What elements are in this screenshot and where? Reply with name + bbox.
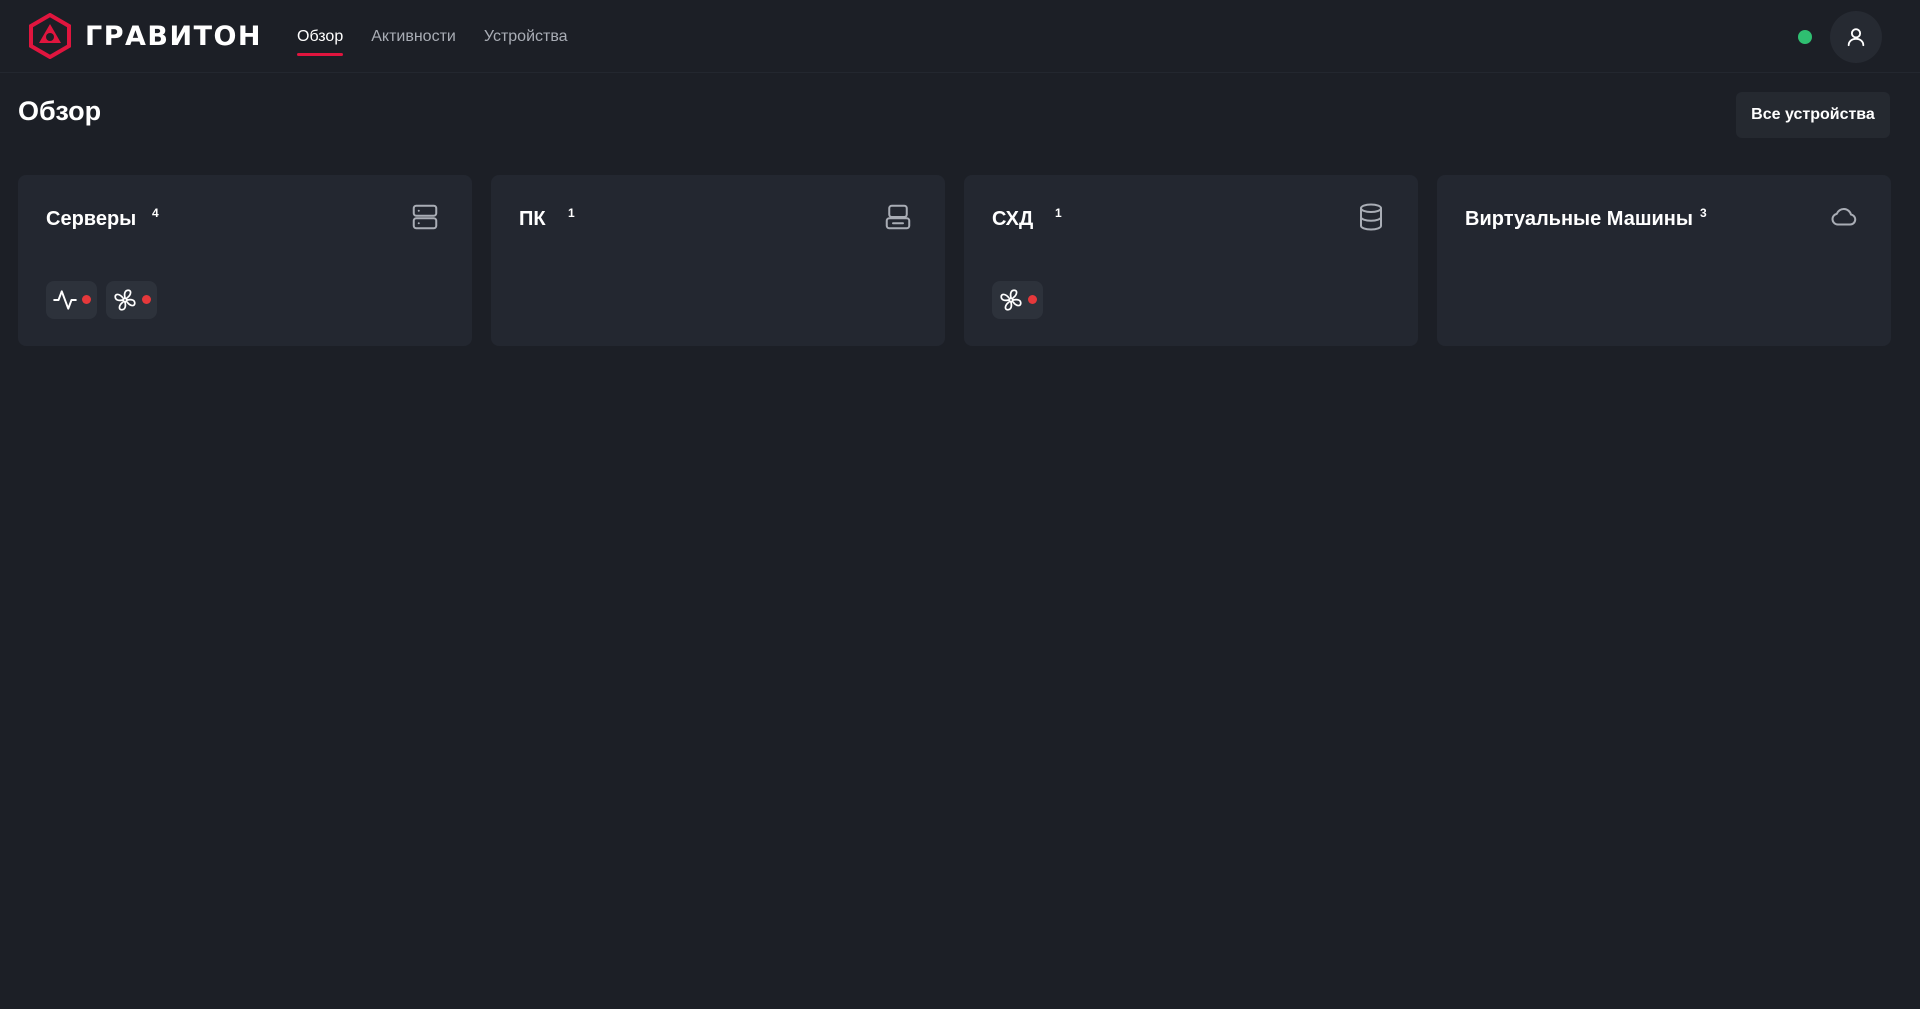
- fan-icon: [1000, 289, 1022, 311]
- alert-dot: [82, 295, 91, 304]
- nav-item-devices[interactable]: Устройства: [484, 24, 568, 50]
- user-avatar-button[interactable]: [1830, 11, 1882, 63]
- fan-alert-badge[interactable]: [992, 281, 1043, 319]
- all-devices-button[interactable]: Все устройства: [1736, 92, 1890, 138]
- device-category-cards: Серверы 4 ПК 1 СХД 1 Виртуальные Машины …: [18, 175, 1891, 346]
- card-count-badge: 4: [152, 206, 159, 220]
- desktop-icon: [885, 204, 911, 230]
- card-storage[interactable]: СХД 1: [964, 175, 1418, 346]
- alert-dot: [1028, 295, 1037, 304]
- card-title: СХД: [992, 208, 1034, 230]
- activity-icon: [53, 290, 77, 310]
- alert-badges: [46, 281, 166, 319]
- card-servers[interactable]: Серверы 4: [18, 175, 472, 346]
- fan-icon: [114, 289, 136, 311]
- connection-status-indicator: [1798, 30, 1812, 44]
- brand-logo[interactable]: ГРАВИТОН: [27, 13, 262, 59]
- top-bar: ГРАВИТОН Обзор Активности Устройства: [0, 0, 1920, 73]
- brand-name: ГРАВИТОН: [85, 20, 263, 52]
- nav-item-activities[interactable]: Активности: [371, 24, 456, 50]
- card-title: Виртуальные Машины: [1465, 208, 1693, 230]
- card-title: ПК: [519, 208, 546, 230]
- graviton-logo-icon: [29, 13, 71, 59]
- user-icon: [1847, 28, 1865, 47]
- database-icon: [1360, 203, 1382, 231]
- alert-badges: [992, 281, 1052, 319]
- card-count-badge: 1: [568, 206, 575, 220]
- fan-alert-badge[interactable]: [106, 281, 157, 319]
- card-title: Серверы: [46, 208, 137, 230]
- card-pc[interactable]: ПК 1: [491, 175, 945, 346]
- nav-item-overview[interactable]: Обзор: [297, 24, 344, 56]
- card-virtual-machines[interactable]: Виртуальные Машины 3: [1437, 175, 1891, 346]
- page-title: Обзор: [18, 96, 102, 126]
- server-icon: [412, 204, 438, 230]
- card-count-badge: 1: [1055, 206, 1062, 220]
- main-nav: Обзор Активности Устройства: [297, 0, 596, 73]
- card-count-badge: 3: [1700, 206, 1707, 220]
- activity-alert-badge[interactable]: [46, 281, 97, 319]
- alert-dot: [142, 295, 151, 304]
- cloud-icon: [1831, 208, 1857, 226]
